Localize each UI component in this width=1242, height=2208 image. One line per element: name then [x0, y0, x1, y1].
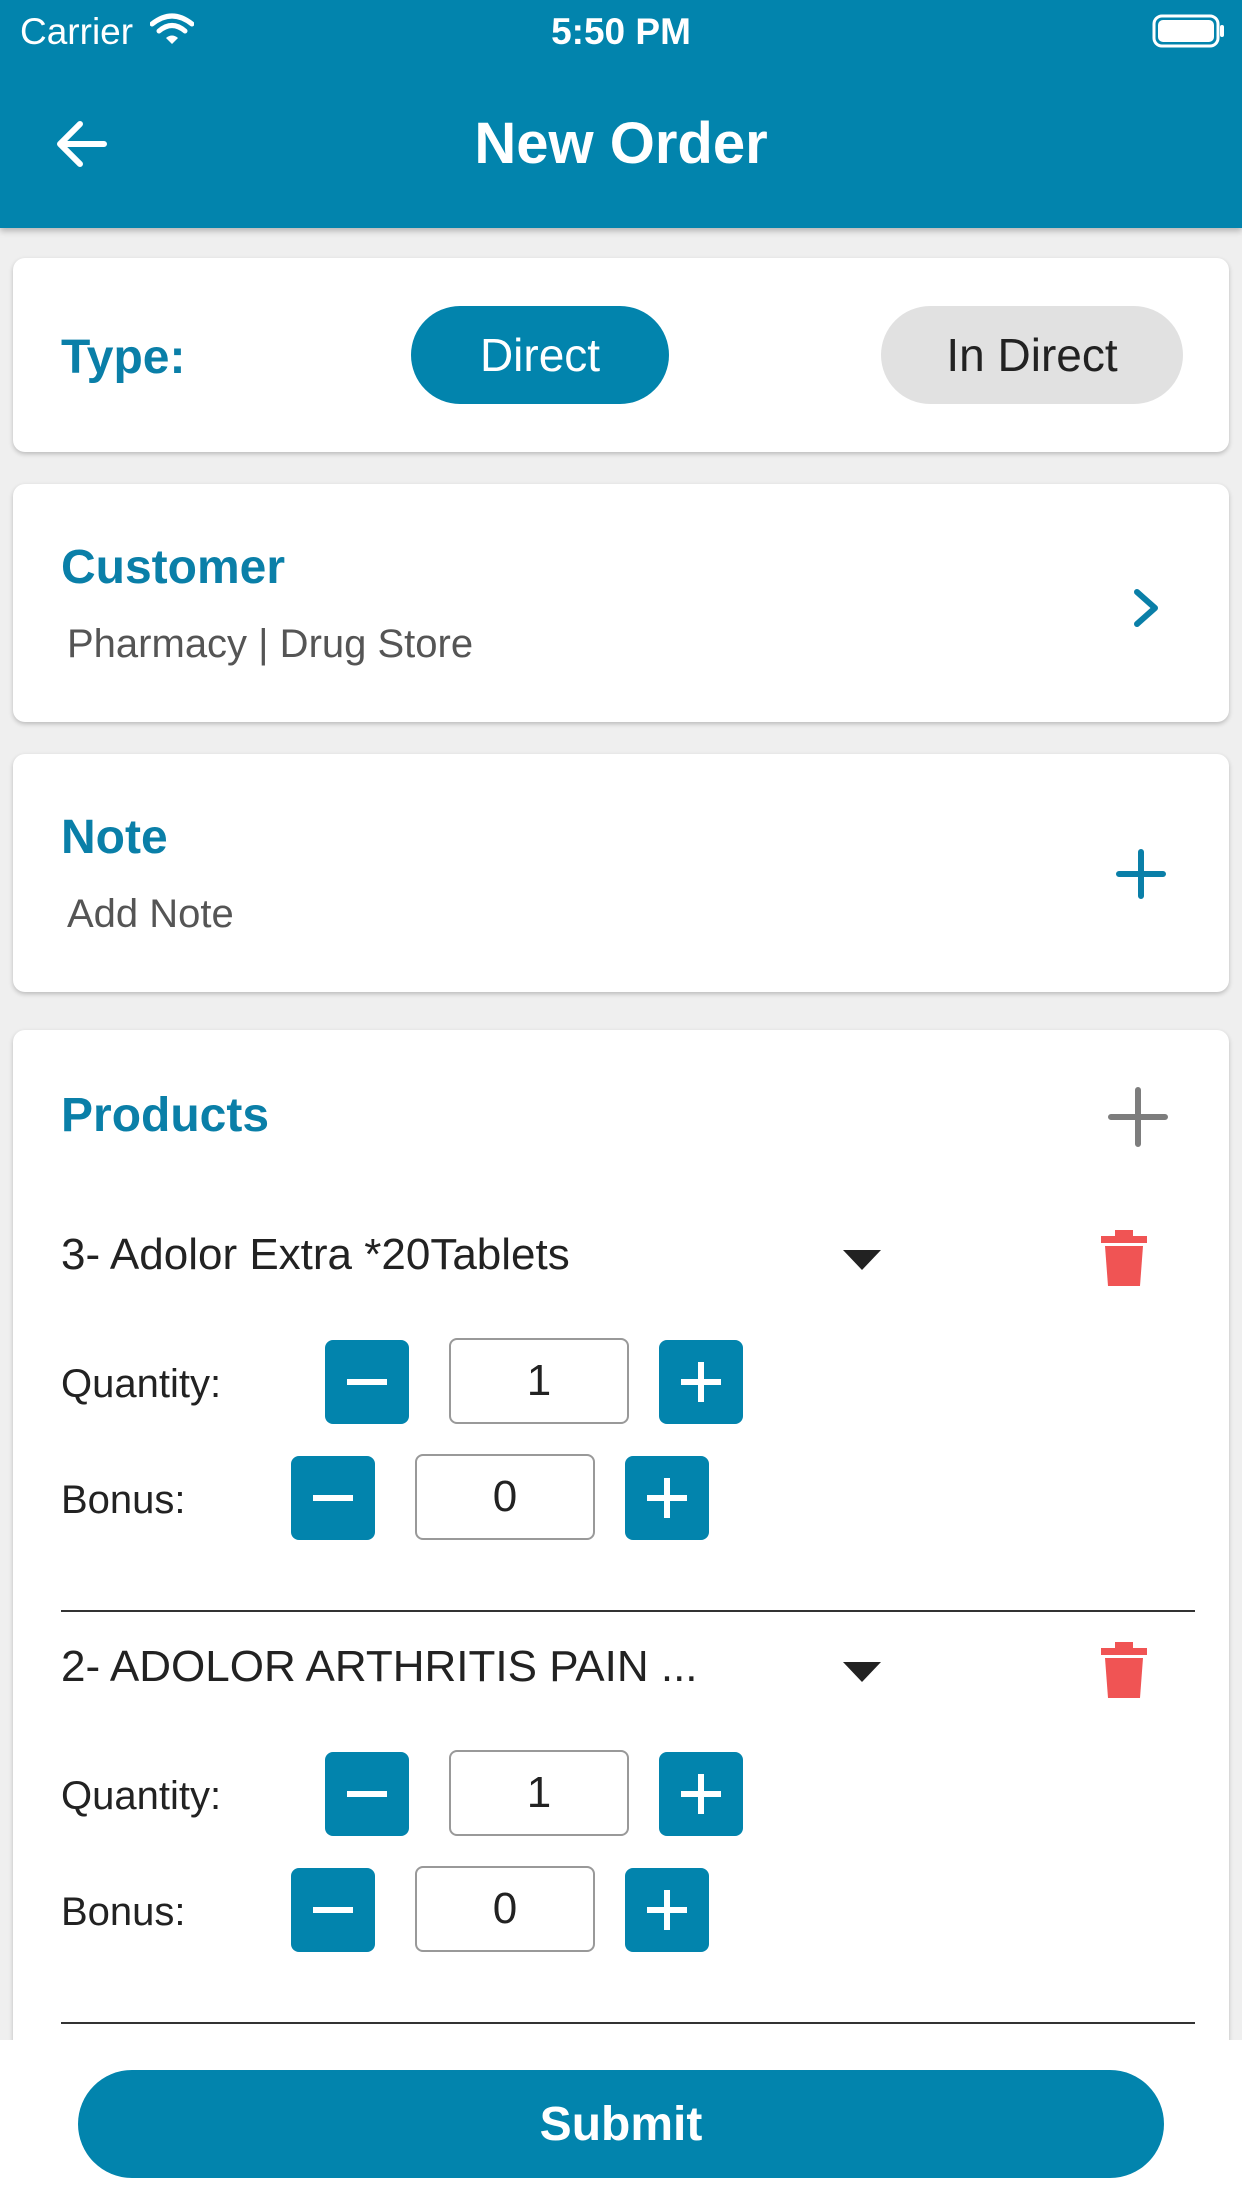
divider	[61, 1610, 1195, 1612]
plus-icon	[647, 1478, 687, 1518]
bonus-increment-button[interactable]	[625, 1456, 709, 1540]
bonus-increment-button[interactable]	[625, 1868, 709, 1952]
product-item: 2- ADOLOR ARTHRITIS PAIN ... Quantity: 1…	[61, 1642, 1195, 2024]
product-dropdown-button[interactable]	[841, 1248, 883, 1272]
bonus-decrement-button[interactable]	[291, 1456, 375, 1540]
plus-icon	[1108, 1087, 1168, 1147]
caret-down-icon	[843, 1662, 881, 1682]
minus-icon	[313, 1495, 353, 1501]
type-label: Type:	[61, 331, 186, 384]
type-direct-button[interactable]: Direct	[411, 306, 669, 404]
add-product-button[interactable]	[1105, 1084, 1171, 1150]
chevron-right-icon[interactable]	[1127, 580, 1167, 636]
quantity-increment-button[interactable]	[659, 1340, 743, 1424]
plus-icon	[647, 1890, 687, 1930]
order-type-card: Type: Direct In Direct	[13, 258, 1229, 452]
submit-button[interactable]: Submit	[78, 2070, 1164, 2178]
delete-product-button[interactable]	[1099, 1230, 1149, 1288]
quantity-label: Quantity:	[61, 1362, 222, 1406]
delete-product-button[interactable]	[1099, 1642, 1149, 1700]
customer-card[interactable]: Customer Pharmacy | Drug Store	[13, 484, 1229, 722]
bonus-decrement-button[interactable]	[291, 1868, 375, 1952]
minus-icon	[347, 1791, 387, 1797]
quantity-field[interactable]: 1	[449, 1338, 629, 1424]
quantity-decrement-button[interactable]	[325, 1340, 409, 1424]
page-title: New Order	[474, 111, 768, 176]
plus-icon	[1116, 849, 1166, 899]
plus-icon	[681, 1362, 721, 1402]
minus-icon	[313, 1907, 353, 1913]
battery-icon	[1152, 14, 1226, 57]
minus-icon	[347, 1379, 387, 1385]
bonus-field[interactable]: 0	[415, 1866, 595, 1952]
product-dropdown-button[interactable]	[841, 1660, 883, 1684]
footer-bar: Submit	[0, 2040, 1242, 2208]
status-time: 5:50 PM	[551, 11, 691, 52]
type-indirect-button[interactable]: In Direct	[881, 306, 1183, 404]
divider	[61, 2022, 1195, 2024]
product-name: 3- Adolor Extra *20Tablets	[61, 1230, 570, 1279]
app-header: Carrier 5:50 PM New Order	[0, 0, 1242, 228]
customer-title: Customer	[61, 541, 286, 594]
quantity-field[interactable]: 1	[449, 1750, 629, 1836]
add-note-button[interactable]	[1113, 846, 1169, 902]
quantity-label: Quantity:	[61, 1774, 222, 1818]
note-card[interactable]: Note Add Note	[13, 754, 1229, 992]
quantity-increment-button[interactable]	[659, 1752, 743, 1836]
customer-value: Pharmacy | Drug Store	[67, 622, 474, 666]
note-title: Note	[61, 811, 168, 864]
bonus-field[interactable]: 0	[415, 1454, 595, 1540]
status-bar: Carrier 5:50 PM	[0, 0, 1242, 62]
products-card: Products 3- Adolor Extra *20Tablets Quan…	[13, 1030, 1229, 2208]
product-name: 2- ADOLOR ARTHRITIS PAIN ...	[61, 1642, 698, 1691]
bonus-label: Bonus:	[61, 1890, 186, 1934]
product-item: 3- Adolor Extra *20Tablets Quantity: 1 B…	[61, 1230, 1195, 1612]
products-title: Products	[61, 1089, 270, 1142]
caret-down-icon	[843, 1250, 881, 1270]
bonus-label: Bonus:	[61, 1478, 186, 1522]
quantity-decrement-button[interactable]	[325, 1752, 409, 1836]
trash-icon	[1101, 1230, 1147, 1286]
trash-icon	[1101, 1642, 1147, 1698]
plus-icon	[681, 1774, 721, 1814]
note-placeholder: Add Note	[67, 892, 234, 936]
